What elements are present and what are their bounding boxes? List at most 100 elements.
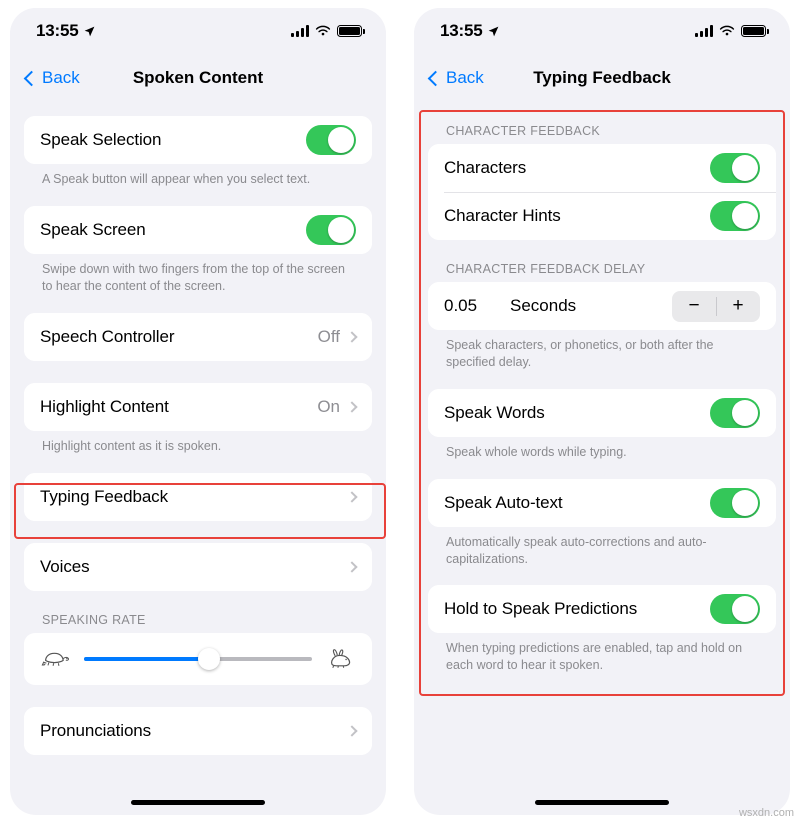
row-label: Speak Auto-text [444, 492, 563, 512]
row-speak-selection[interactable]: Speak Selection [24, 116, 372, 164]
battery-full-icon [337, 25, 365, 37]
row-typing-feedback[interactable]: Typing Feedback [24, 472, 372, 521]
row-label: Character Hints [444, 206, 561, 225]
delay-left-group: 0.05 Seconds [444, 296, 576, 316]
stepper-plus-button[interactable]: + [716, 291, 760, 322]
group-pronunciations: Pronunciations [24, 706, 372, 755]
group-speak-screen: Speak Screen [24, 205, 372, 254]
status-indicators-right [695, 25, 769, 37]
cellular-bars-icon [291, 25, 309, 37]
group-speak-auto-text: Speak Auto-text [428, 478, 776, 527]
chevron-left-icon [427, 70, 444, 86]
group-highlight-content: Highlight Content On [24, 382, 372, 431]
row-highlight-content[interactable]: Highlight Content On [24, 382, 372, 431]
toggle-hold-to-speak-predictions[interactable] [710, 594, 760, 625]
row-label: Speech Controller [40, 326, 175, 346]
chevron-left-icon [23, 70, 40, 86]
row-speak-screen[interactable]: Speak Screen [24, 205, 372, 254]
toggle-speak-words[interactable] [710, 397, 760, 428]
location-arrow-icon [489, 26, 499, 36]
cellular-bars-icon [695, 25, 713, 37]
back-label: Back [42, 68, 80, 87]
row-value: Off [317, 326, 340, 346]
section-header-speaking-rate: SPEAKING RATE [42, 612, 146, 627]
chevron-right-icon [346, 330, 358, 343]
status-indicators-left [291, 25, 365, 37]
chevron-right-icon [346, 724, 358, 737]
home-indicator-right [535, 800, 669, 805]
stepper-minus-button[interactable]: − [672, 291, 716, 322]
row-label: Speak Screen [40, 219, 146, 239]
section-header-character-feedback: CHARACTER FEEDBACK [446, 124, 601, 138]
group-speak-selection: Speak Selection [24, 116, 372, 164]
status-time-label: 13:55 [36, 21, 79, 40]
group-character-feedback: Characters Character Hints [428, 144, 776, 240]
row-label: Highlight Content [40, 396, 169, 416]
row-value-group: On [317, 396, 358, 417]
group-hold-to-speak-predictions: Hold to Speak Predictions [428, 585, 776, 634]
slider-knob[interactable] [198, 647, 221, 670]
toggle-character-hints[interactable] [710, 201, 760, 231]
back-button-right[interactable]: Back [427, 68, 484, 88]
row-speech-controller[interactable]: Speech Controller Off [24, 312, 372, 361]
screenshot-stage: 13:55 Back Spoken Content Speak Selectio… [0, 0, 800, 823]
phone-right-typing-feedback: 13:55 Back Typing Feedback CHARACTER FEE… [414, 8, 790, 815]
toggle-knob [732, 203, 758, 229]
phone-left-spoken-content: 13:55 Back Spoken Content Speak Selectio… [10, 8, 386, 815]
footnote-highlight-content: Highlight content as it is spoken. [42, 438, 222, 453]
row-label: Speak Words [444, 402, 545, 422]
delay-stepper[interactable]: − + [672, 290, 760, 322]
row-hold-to-speak-predictions[interactable]: Hold to Speak Predictions [428, 585, 776, 634]
row-character-feedback-delay: 0.05 Seconds − + [428, 282, 776, 330]
row-label: Hold to Speak Predictions [444, 599, 638, 619]
toggle-knob [732, 596, 758, 623]
row-speak-auto-text[interactable]: Speak Auto-text [428, 478, 776, 527]
location-arrow-icon [85, 26, 95, 36]
speaking-rate-slider-row [24, 632, 372, 685]
row-label: Typing Feedback [40, 486, 168, 506]
hare-icon [330, 648, 351, 668]
row-character-hints[interactable]: Character Hints [428, 192, 776, 240]
delay-unit: Seconds [510, 296, 577, 315]
toggle-knob [328, 127, 354, 153]
row-value-group: Off [317, 326, 358, 347]
group-voices: Voices [24, 542, 372, 591]
back-button-left[interactable]: Back [23, 68, 80, 88]
content-right: CHARACTER FEEDBACK Characters Character … [414, 102, 790, 674]
battery-full-icon [741, 25, 769, 37]
content-left: Speak Selection A Speak button will appe… [10, 102, 386, 755]
footnote-character-feedback-delay: Speak characters, or phonetics, or both … [446, 338, 714, 369]
row-label: Speak Selection [40, 130, 162, 149]
home-indicator-left [131, 800, 265, 805]
row-label: Voices [40, 556, 90, 576]
row-voices[interactable]: Voices [24, 542, 372, 591]
footnote-speak-words: Speak whole words while typing. [446, 444, 627, 459]
chevron-right-icon [346, 560, 358, 573]
tortoise-icon [41, 652, 70, 666]
wifi-icon [719, 25, 735, 36]
row-characters[interactable]: Characters [428, 144, 776, 192]
section-header-character-feedback-delay: CHARACTER FEEDBACK DELAY [446, 262, 646, 276]
toggle-knob [328, 216, 354, 243]
slider-fill [84, 656, 210, 661]
footnote-speak-screen: Swipe down with two fingers from the top… [42, 261, 345, 293]
row-label: Pronunciations [40, 720, 152, 740]
toggle-knob [732, 489, 758, 516]
nav-bar-right: Back Typing Feedback [414, 54, 790, 102]
toggle-speak-auto-text[interactable] [710, 487, 760, 518]
toggle-speak-screen[interactable] [306, 214, 356, 245]
row-value-group [346, 560, 358, 573]
chevron-right-icon [346, 490, 358, 503]
speaking-rate-slider[interactable] [84, 647, 312, 670]
status-time-right: 13:55 [440, 21, 500, 41]
toggle-speak-selection[interactable] [306, 125, 356, 155]
row-value-group [346, 724, 358, 737]
toggle-characters[interactable] [710, 153, 760, 183]
footnote-speak-auto-text: Automatically speak auto-corrections and… [446, 534, 707, 566]
row-pronunciations[interactable]: Pronunciations [24, 706, 372, 755]
toggle-knob [732, 399, 758, 426]
row-speak-words[interactable]: Speak Words [428, 388, 776, 437]
row-value: On [317, 396, 340, 416]
group-speak-words: Speak Words [428, 388, 776, 437]
chevron-right-icon [346, 400, 358, 413]
